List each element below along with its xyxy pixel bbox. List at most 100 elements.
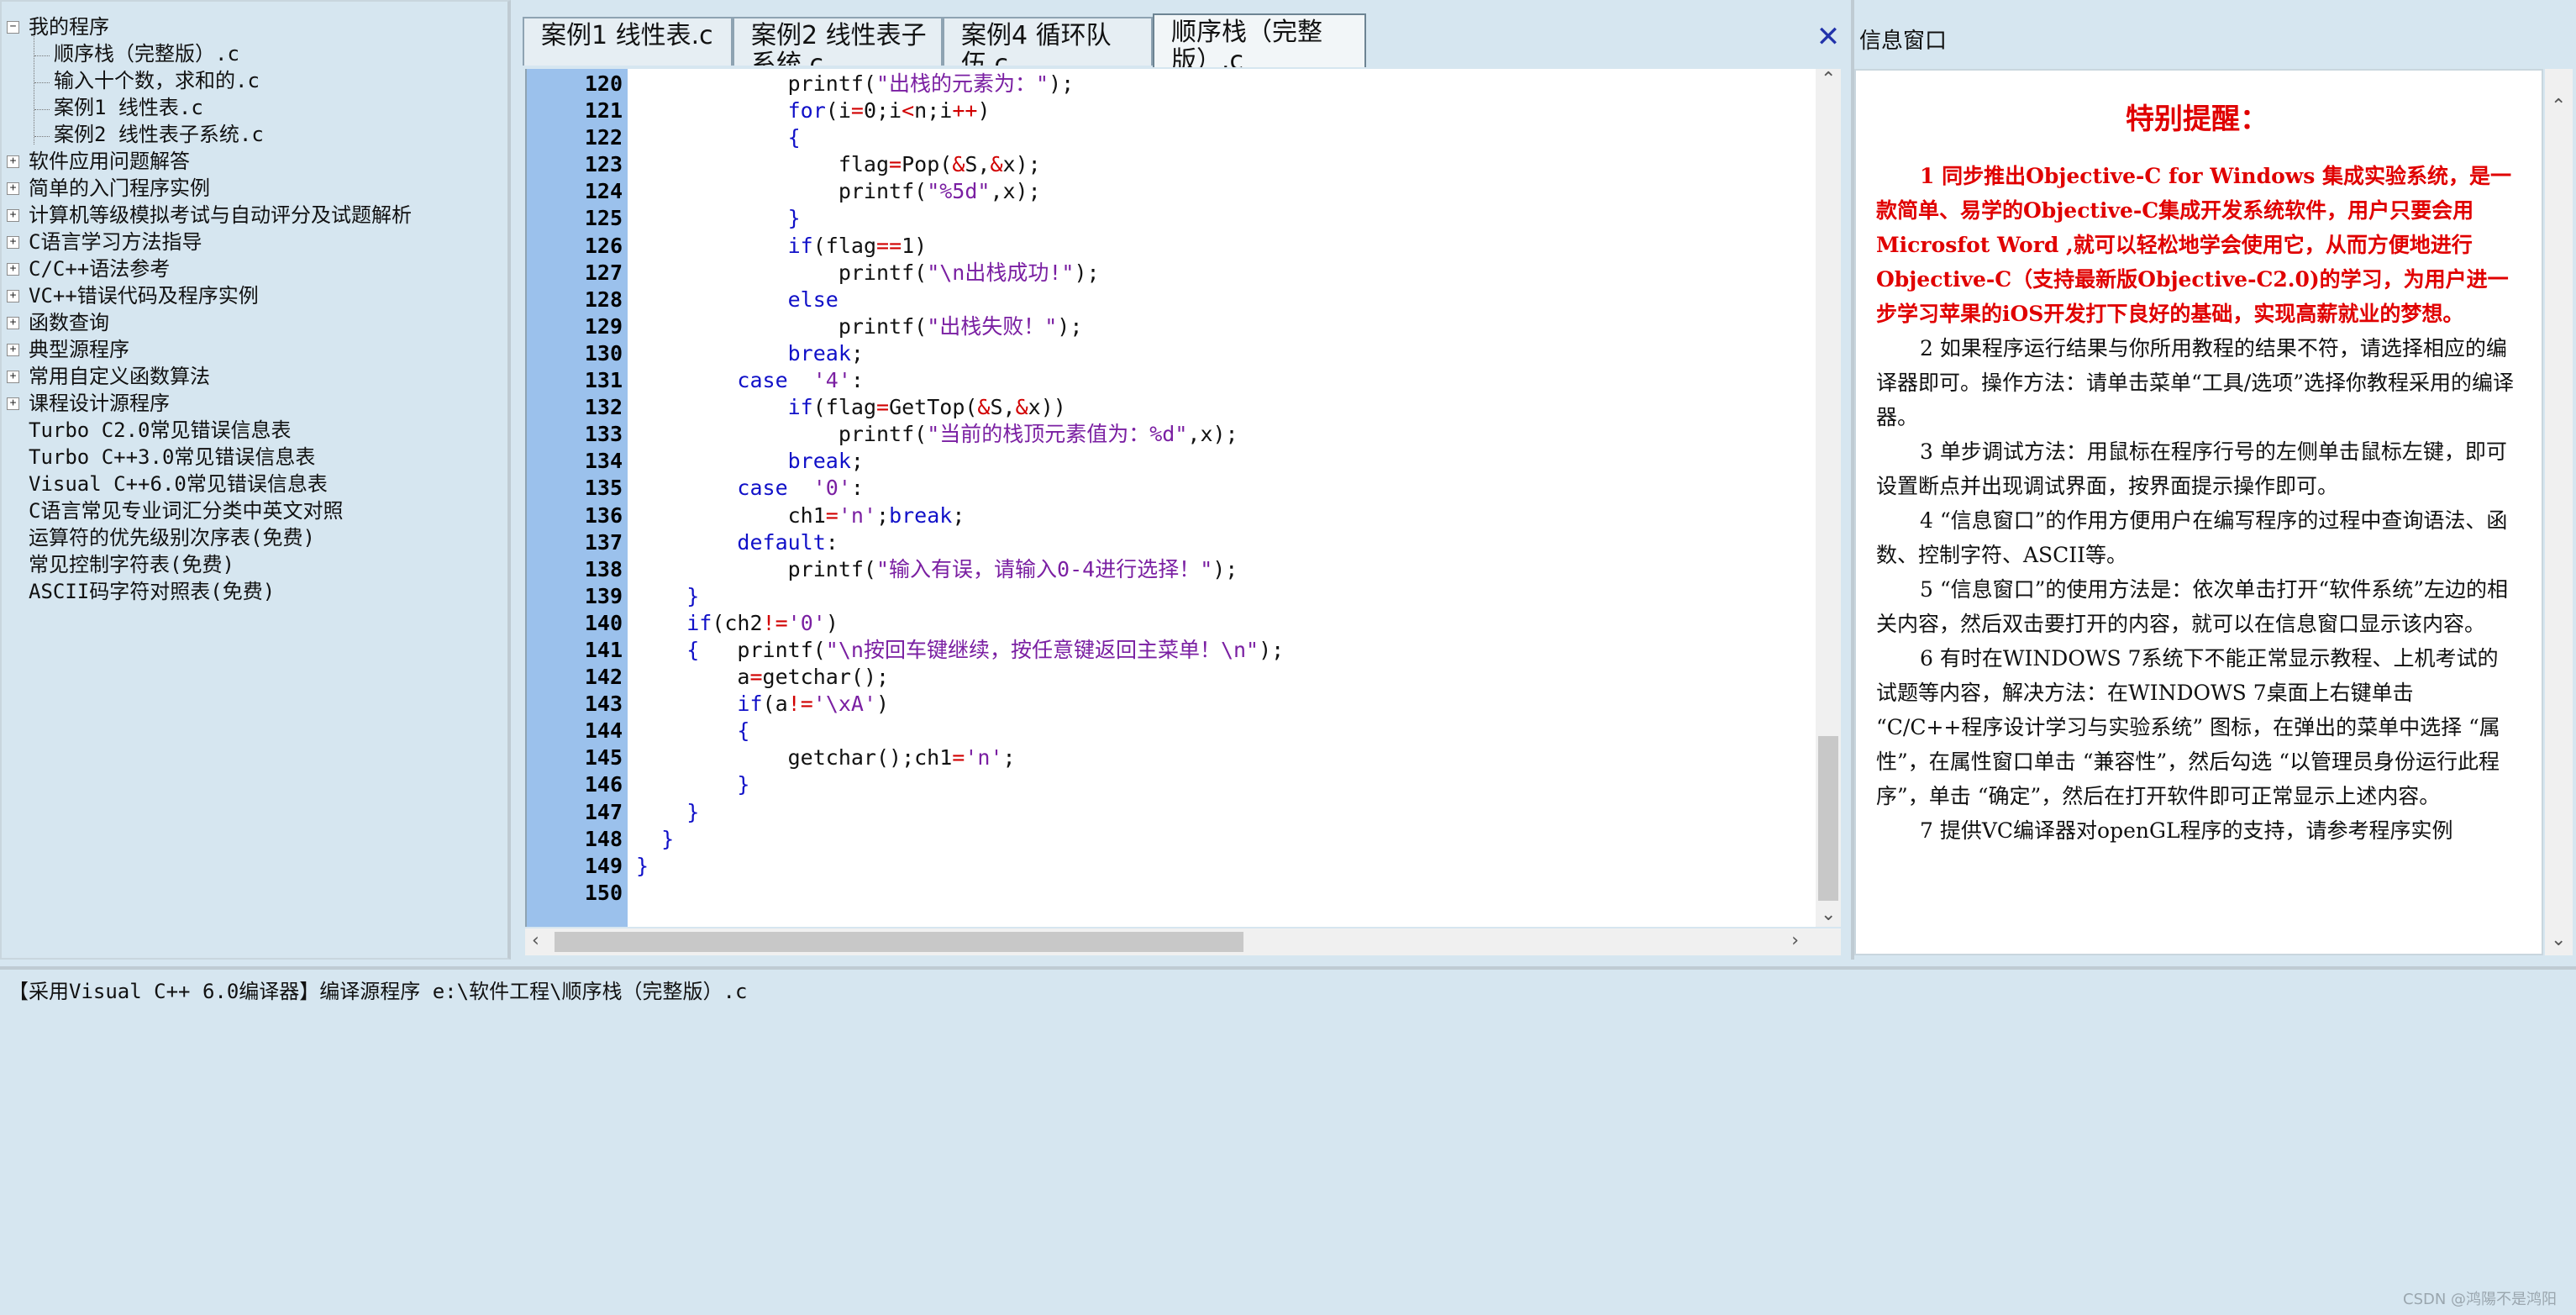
tree-folder-item[interactable]: + C/C++语法参考 bbox=[2, 255, 507, 282]
code-line[interactable]: 124 printf("%5d",x); bbox=[527, 178, 1819, 205]
info-vertical-scrollbar[interactable]: ⌃ ⌄ bbox=[2545, 69, 2573, 955]
scroll-down-icon[interactable]: ⌄ bbox=[1821, 904, 1836, 925]
tree-item[interactable]: Turbo C2.0常见错误信息表 bbox=[2, 417, 507, 444]
line-number[interactable]: 122 bbox=[527, 124, 623, 151]
line-number[interactable]: 134 bbox=[527, 448, 623, 475]
line-number[interactable]: 131 bbox=[527, 367, 623, 394]
code-editor[interactable]: 120 printf("出栈的元素为："); 121 for(i=0;i<n;i+… bbox=[525, 69, 1819, 927]
line-number[interactable]: 121 bbox=[527, 97, 623, 124]
line-number[interactable]: 137 bbox=[527, 529, 623, 556]
tree-item[interactable]: 运算符的优先级别次序表(免费) bbox=[2, 524, 507, 551]
line-number[interactable]: 138 bbox=[527, 556, 623, 583]
tree-item[interactable]: C语言常见专业词汇分类中英文对照 bbox=[2, 497, 507, 524]
collapse-icon[interactable]: − bbox=[7, 21, 19, 34]
expand-icon[interactable]: + bbox=[7, 371, 19, 383]
code-line[interactable]: 135 case '0': bbox=[527, 475, 1819, 502]
line-number[interactable]: 127 bbox=[527, 260, 623, 287]
code-line[interactable]: 126 if(flag==1) bbox=[527, 233, 1819, 260]
line-number[interactable]: 124 bbox=[527, 178, 623, 205]
code-line[interactable]: 138 printf("输入有误，请输入0-4进行选择！"); bbox=[527, 556, 1819, 583]
code-line[interactable]: 142 a=getchar(); bbox=[527, 664, 1819, 691]
tree-item[interactable]: Visual C++6.0常见错误信息表 bbox=[2, 471, 507, 497]
expand-icon[interactable]: + bbox=[7, 263, 19, 276]
tree-folder-item[interactable]: + 常用自定义函数算法 bbox=[2, 363, 507, 390]
tree-item[interactable]: ASCII码字符对照表(免费) bbox=[2, 578, 507, 605]
code-line[interactable]: 125 } bbox=[527, 205, 1819, 232]
line-number[interactable]: 129 bbox=[527, 313, 623, 340]
line-number[interactable]: 139 bbox=[527, 583, 623, 610]
line-number[interactable]: 126 bbox=[527, 233, 623, 260]
line-number[interactable]: 144 bbox=[527, 718, 623, 744]
tree-folder-item[interactable]: + VC++错误代码及程序实例 bbox=[2, 282, 507, 309]
scroll-up-icon[interactable]: ⌃ bbox=[2551, 96, 2566, 117]
close-tab-icon[interactable]: ✕ bbox=[1815, 22, 1842, 52]
tree-folder-item[interactable]: + 函数查询 bbox=[2, 309, 507, 336]
line-number[interactable]: 125 bbox=[527, 205, 623, 232]
code-line[interactable]: 149} bbox=[527, 853, 1819, 880]
code-line[interactable]: 127 printf("\n出栈成功!"); bbox=[527, 260, 1819, 287]
tab-sequential-stack[interactable]: 顺序栈（完整版）.c bbox=[1153, 13, 1366, 67]
line-number[interactable]: 147 bbox=[527, 799, 623, 826]
code-line[interactable]: 143 if(a!='\xA') bbox=[527, 691, 1819, 718]
tree-folder-item[interactable]: + 软件应用问题解答 bbox=[2, 148, 507, 175]
line-number[interactable]: 132 bbox=[527, 394, 623, 421]
code-line[interactable]: 128 else bbox=[527, 287, 1819, 313]
line-number[interactable]: 148 bbox=[527, 826, 623, 853]
line-number[interactable]: 143 bbox=[527, 691, 623, 718]
line-number[interactable]: 140 bbox=[527, 610, 623, 637]
tree-file-item[interactable]: 顺序栈（完整版）.c bbox=[2, 40, 507, 67]
expand-icon[interactable]: + bbox=[7, 344, 19, 356]
code-line[interactable]: 145 getchar();ch1='n'; bbox=[527, 744, 1819, 771]
expand-icon[interactable]: + bbox=[7, 182, 19, 195]
tree-file-item[interactable]: 输入十个数，求和的.c bbox=[2, 67, 507, 94]
line-number[interactable]: 123 bbox=[527, 151, 623, 178]
tree-folder-item[interactable]: + C语言学习方法指导 bbox=[2, 229, 507, 255]
code-line[interactable]: 148 } bbox=[527, 826, 1819, 853]
code-line[interactable]: 129 printf("出栈失败！"); bbox=[527, 313, 1819, 340]
code-line[interactable]: 140 if(ch2!='0') bbox=[527, 610, 1819, 637]
line-number[interactable]: 135 bbox=[527, 475, 623, 502]
code-line[interactable]: 136 ch1='n';break; bbox=[527, 502, 1819, 529]
line-number[interactable]: 145 bbox=[527, 744, 623, 771]
code-line[interactable]: 137 default: bbox=[527, 529, 1819, 556]
code-line[interactable]: 146 } bbox=[527, 771, 1819, 798]
expand-icon[interactable]: + bbox=[7, 397, 19, 410]
editor-horizontal-scroll-thumb[interactable] bbox=[555, 932, 1243, 952]
code-line[interactable]: 132 if(flag=GetTop(&S,&x)) bbox=[527, 394, 1819, 421]
tree-item[interactable]: Turbo C++3.0常见错误信息表 bbox=[2, 444, 507, 471]
expand-icon[interactable]: + bbox=[7, 236, 19, 249]
scroll-left-icon[interactable]: ‹ bbox=[532, 930, 539, 951]
expand-icon[interactable]: + bbox=[7, 209, 19, 222]
code-line[interactable]: 144 { bbox=[527, 718, 1819, 744]
line-number[interactable]: 141 bbox=[527, 637, 623, 664]
code-line[interactable]: 131 case '4': bbox=[527, 367, 1819, 394]
code-line[interactable]: 139 } bbox=[527, 583, 1819, 610]
line-number[interactable]: 120 bbox=[527, 71, 623, 97]
tab-case1[interactable]: 案例1 线性表.c bbox=[523, 17, 733, 66]
tree-folder-item[interactable]: + 简单的入门程序实例 bbox=[2, 175, 507, 202]
code-line[interactable]: 147 } bbox=[527, 799, 1819, 826]
tree-file-item[interactable]: 案例1 线性表.c bbox=[2, 94, 507, 121]
tree-file-item[interactable]: 案例2 线性表子系统.c bbox=[2, 121, 507, 148]
tree-folder-item[interactable]: + 典型源程序 bbox=[2, 336, 507, 363]
line-number[interactable]: 150 bbox=[527, 880, 623, 907]
line-number[interactable]: 146 bbox=[527, 771, 623, 798]
line-number[interactable]: 128 bbox=[527, 287, 623, 313]
code-line[interactable]: 141 { printf("\n按回车键继续，按任意键返回主菜单！\n"); bbox=[527, 637, 1819, 664]
tab-case4[interactable]: 案例4 循环队伍.c bbox=[943, 17, 1153, 66]
scroll-up-icon[interactable]: ⌃ bbox=[1821, 69, 1836, 90]
expand-icon[interactable]: + bbox=[7, 155, 19, 168]
tree-folder-item[interactable]: + 课程设计源程序 bbox=[2, 390, 507, 417]
code-line[interactable]: 134 break; bbox=[527, 448, 1819, 475]
code-line[interactable]: 123 flag=Pop(&S,&x); bbox=[527, 151, 1819, 178]
code-line[interactable]: 122 { bbox=[527, 124, 1819, 151]
tree-folder-item[interactable]: + 计算机等级模拟考试与自动评分及试题解析 bbox=[2, 202, 507, 229]
line-number[interactable]: 149 bbox=[527, 853, 623, 880]
code-line[interactable]: 130 break; bbox=[527, 340, 1819, 367]
tree-folder-item[interactable]: − 我的程序 bbox=[2, 13, 507, 40]
tree-item[interactable]: 常见控制字符表(免费) bbox=[2, 551, 507, 578]
code-line[interactable]: 133 printf("当前的栈顶元素值为：%d",x); bbox=[527, 421, 1819, 448]
editor-vertical-scroll-thumb[interactable] bbox=[1818, 736, 1838, 901]
code-line[interactable]: 120 printf("出栈的元素为："); bbox=[527, 71, 1819, 97]
line-number[interactable]: 136 bbox=[527, 502, 623, 529]
